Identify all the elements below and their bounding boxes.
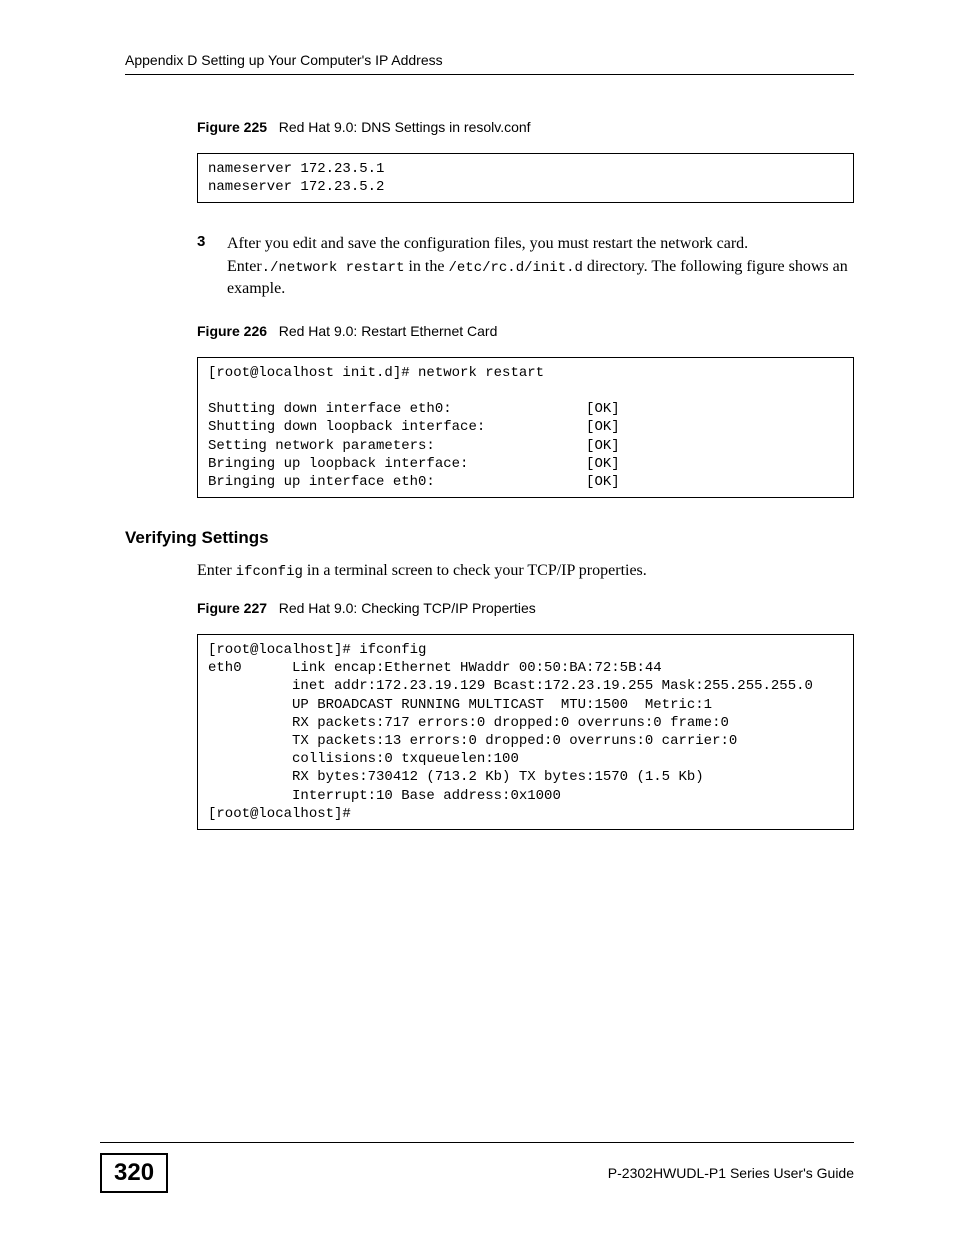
step-3-text-mid: in the <box>404 258 448 275</box>
step-3-cmd: ./network restart <box>262 260 405 276</box>
figure-226-title: Red Hat 9.0: Restart Ethernet Card <box>279 323 498 339</box>
figure-225-label: Figure 225 <box>197 119 267 135</box>
figure-227-label: Figure 227 <box>197 600 267 616</box>
step-3: 3 After you edit and save the configurat… <box>197 233 854 300</box>
header-rule <box>125 74 854 75</box>
step-3-number: 3 <box>197 233 227 300</box>
verifying-para-after: in a terminal screen to check your TCP/I… <box>303 562 647 579</box>
figure-226-code: [root@localhost init.d]# network restart… <box>197 357 854 498</box>
figure-225-title: Red Hat 9.0: DNS Settings in resolv.conf <box>279 119 531 135</box>
figure-226-label: Figure 226 <box>197 323 267 339</box>
figure-225-code: nameserver 172.23.5.1 nameserver 172.23.… <box>197 153 854 203</box>
verifying-para: Enter ifconfig in a terminal screen to c… <box>197 562 854 580</box>
figure-227-title: Red Hat 9.0: Checking TCP/IP Properties <box>279 600 536 616</box>
figure-225-caption: Figure 225 Red Hat 9.0: DNS Settings in … <box>197 119 854 135</box>
footer-rule <box>100 1142 854 1143</box>
verifying-para-before: Enter <box>197 562 236 579</box>
page-header: Appendix D Setting up Your Computer's IP… <box>125 52 854 68</box>
figure-227-caption: Figure 227 Red Hat 9.0: Checking TCP/IP … <box>197 600 854 616</box>
page-footer: 320 P-2302HWUDL-P1 Series User's Guide <box>100 1142 854 1193</box>
step-3-text: After you edit and save the configuratio… <box>227 233 854 300</box>
footer-guide-name: P-2302HWUDL-P1 Series User's Guide <box>608 1165 854 1181</box>
figure-226-caption: Figure 226 Red Hat 9.0: Restart Ethernet… <box>197 323 854 339</box>
verifying-cmd: ifconfig <box>236 564 303 580</box>
figure-227-code: [root@localhost]# ifconfig eth0 Link enc… <box>197 634 854 830</box>
step-3-path: /etc/rc.d/init.d <box>448 260 582 276</box>
page-number: 320 <box>100 1153 168 1193</box>
verifying-settings-heading: Verifying Settings <box>125 528 854 548</box>
